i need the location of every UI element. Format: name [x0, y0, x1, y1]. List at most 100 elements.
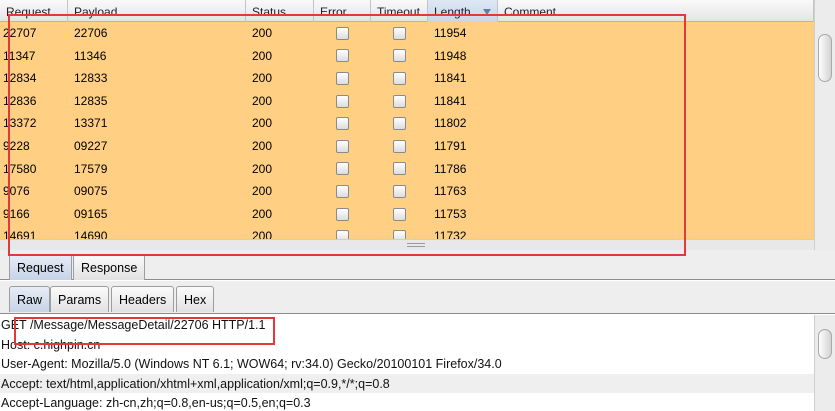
message-view-tabs: Raw Params Headers Hex — [0, 281, 835, 314]
cell-length: 11841 — [434, 71, 467, 86]
table-row[interactable]: 11347 11346 200 11948 — [0, 45, 814, 68]
request-line[interactable]: GET /Message/MessageDetail/22706 HTTP/1.… — [0, 315, 835, 335]
cell-timeout — [371, 158, 428, 181]
timeout-checkbox[interactable] — [393, 49, 406, 63]
error-checkbox[interactable] — [336, 162, 349, 176]
cell-request: 12834 — [3, 71, 37, 86]
table-row[interactable]: 9076 09075 200 11763 — [0, 180, 814, 203]
cell-length: 11948 — [434, 48, 467, 63]
cell-timeout — [371, 203, 428, 226]
header-accept-language[interactable]: Accept-Language: zh-cn,zh;q=0.8,en-us;q=… — [0, 393, 835, 411]
cell-request: 12836 — [3, 93, 37, 108]
timeout-checkbox[interactable] — [393, 162, 406, 176]
cell-payload: 09227 — [74, 138, 108, 153]
tab-raw[interactable]: Raw — [9, 286, 51, 312]
header-user-agent[interactable]: User-Agent: Mozilla/5.0 (Windows NT 6.1;… — [0, 354, 835, 374]
cell-comment — [498, 112, 814, 135]
cell-timeout — [371, 180, 428, 203]
table-row[interactable]: 9228 09227 200 11791 — [0, 135, 814, 158]
cell-request: 13372 — [3, 116, 37, 131]
tab-headers[interactable]: Headers — [111, 286, 175, 312]
cell-timeout — [371, 135, 428, 158]
cell-comment — [498, 90, 814, 113]
tab-request[interactable]: Request — [9, 254, 72, 280]
split-pane-grip-icon[interactable] — [407, 243, 425, 247]
column-header-comment[interactable]: Comment — [498, 0, 814, 22]
error-checkbox[interactable] — [336, 71, 349, 85]
cell-length: 11954 — [434, 26, 467, 40]
column-header-status[interactable]: Status — [246, 0, 314, 22]
cell-comment — [498, 45, 814, 68]
horizontal-scrollbar[interactable] — [0, 239, 814, 250]
timeout-checkbox[interactable] — [393, 139, 406, 153]
table-header: Request Payload Status Error Timeout Len… — [0, 0, 814, 22]
cell-status: 200 — [252, 93, 273, 108]
cell-error — [314, 158, 371, 181]
timeout-checkbox[interactable] — [393, 184, 406, 198]
cell-status: 200 — [252, 48, 273, 63]
cell-length: 11753 — [434, 206, 467, 221]
table-row[interactable]: 22707 22706 200 11954 — [0, 22, 814, 45]
error-checkbox[interactable] — [336, 117, 349, 131]
cell-payload: 17579 — [74, 161, 108, 176]
table-row[interactable]: 17580 17579 200 11786 — [0, 158, 814, 181]
cell-error — [314, 203, 371, 226]
header-host[interactable]: Host: c.highpin.cn — [0, 335, 835, 355]
cell-payload: 09075 — [74, 184, 108, 199]
cell-payload: 09165 — [74, 206, 108, 221]
table-row[interactable]: 12834 12833 200 11841 — [0, 67, 814, 90]
column-header-timeout[interactable]: Timeout — [371, 0, 428, 22]
table-row[interactable]: 13372 13371 200 11802 — [0, 112, 814, 135]
cell-payload: 12833 — [74, 71, 108, 86]
table-scrollbar-thumb[interactable] — [818, 34, 832, 82]
column-header-request[interactable]: Request — [0, 0, 68, 22]
cell-comment — [498, 67, 814, 90]
cell-status: 200 — [252, 116, 273, 131]
cell-request: 11347 — [3, 48, 36, 63]
cell-status: 200 — [252, 161, 273, 176]
cell-timeout — [371, 112, 428, 135]
cell-error — [314, 112, 371, 135]
header-accept[interactable]: Accept: text/html,application/xhtml+xml,… — [0, 373, 835, 393]
error-checkbox[interactable] — [336, 207, 349, 221]
cell-error — [314, 90, 371, 113]
cell-timeout — [371, 90, 428, 113]
table-row[interactable]: 12836 12835 200 11841 — [0, 90, 814, 113]
error-checkbox[interactable] — [336, 139, 349, 153]
cell-payload: 12835 — [74, 93, 108, 108]
sort-descending-icon — [483, 9, 491, 15]
timeout-checkbox[interactable] — [393, 26, 406, 40]
request-response-tabs: Request Response — [0, 250, 835, 280]
raw-request-editor[interactable]: GET /Message/MessageDetail/22706 HTTP/1.… — [0, 315, 835, 411]
cell-error — [314, 180, 371, 203]
error-checkbox[interactable] — [336, 26, 349, 40]
cell-length: 11802 — [434, 116, 467, 131]
editor-vertical-scrollbar[interactable] — [814, 315, 835, 411]
table-row[interactable]: 9166 09165 200 11753 — [0, 203, 814, 226]
tab-response[interactable]: Response — [73, 254, 146, 280]
table-vertical-scrollbar[interactable] — [814, 0, 835, 250]
column-header-payload[interactable]: Payload — [68, 0, 246, 22]
cell-payload: 22706 — [74, 26, 108, 40]
timeout-checkbox[interactable] — [393, 207, 406, 221]
editor-scrollbar-thumb[interactable] — [818, 329, 832, 359]
column-header-error[interactable]: Error — [314, 0, 371, 22]
cell-comment — [498, 203, 814, 226]
error-checkbox[interactable] — [336, 94, 349, 108]
cell-comment — [498, 22, 814, 45]
cell-length: 11763 — [434, 184, 467, 199]
column-header-length[interactable]: Length — [428, 0, 498, 22]
timeout-checkbox[interactable] — [393, 94, 406, 108]
cell-status: 200 — [252, 138, 273, 153]
cell-request: 9228 — [3, 138, 30, 153]
tab-hex[interactable]: Hex — [176, 286, 215, 312]
intruder-results-table: Request Payload Status Error Timeout Len… — [0, 0, 835, 250]
error-checkbox[interactable] — [336, 184, 349, 198]
cell-error — [314, 67, 371, 90]
tab-params[interactable]: Params — [50, 286, 110, 312]
timeout-checkbox[interactable] — [393, 71, 406, 85]
cell-length: 11786 — [434, 161, 467, 176]
timeout-checkbox[interactable] — [393, 117, 406, 131]
cell-request: 17580 — [3, 161, 37, 176]
error-checkbox[interactable] — [336, 49, 349, 63]
